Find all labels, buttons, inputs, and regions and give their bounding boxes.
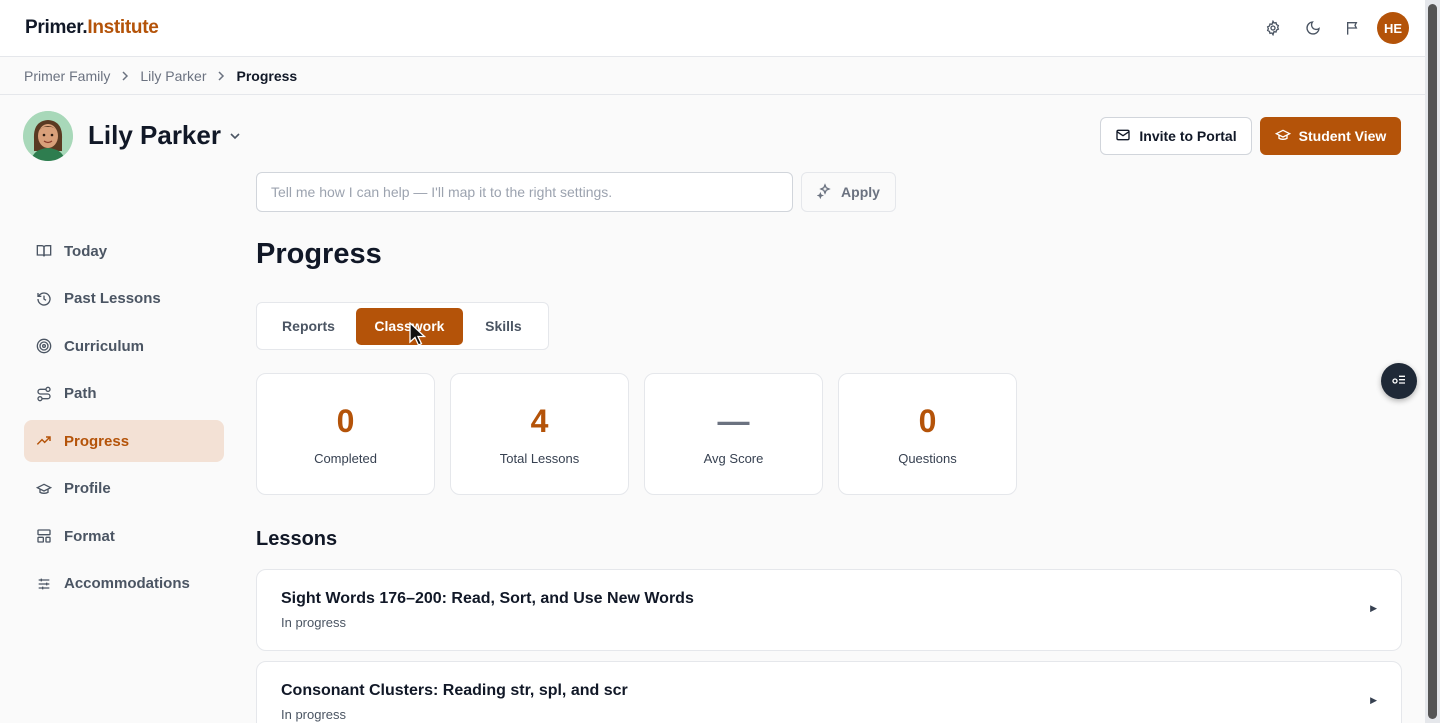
chevron-right-icon (120, 70, 130, 81)
scrollbar[interactable] (1425, 0, 1440, 723)
sidebar-item-accommodations[interactable]: Accommodations (24, 563, 224, 605)
expand-caret-icon[interactable]: ▶ (1370, 695, 1377, 706)
student-view-button[interactable]: Student View (1260, 117, 1401, 155)
sidebar-item-progress[interactable]: Progress (24, 420, 224, 462)
stats-row: 0 Completed 4 Total Lessons — Avg Score … (256, 373, 1017, 495)
stat-value: 0 (918, 402, 937, 439)
gear-icon[interactable] (1253, 12, 1293, 44)
lesson-card[interactable]: Sight Words 176–200: Read, Sort, and Use… (256, 569, 1402, 651)
scrollbar-thumb[interactable] (1428, 4, 1437, 719)
assistant-toggle-button[interactable] (1381, 363, 1417, 399)
mail-icon (1115, 127, 1131, 146)
graduation-cap-icon (1274, 127, 1291, 146)
sidebar-item-curriculum[interactable]: Curriculum (24, 325, 224, 367)
breadcrumb-item-family[interactable]: Primer Family (24, 68, 110, 84)
breadcrumb: Primer Family Lily Parker Progress (0, 57, 1425, 95)
apply-label: Apply (841, 184, 880, 200)
graduation-cap-icon (36, 481, 52, 497)
sidebar-item-label: Format (64, 527, 115, 545)
expand-caret-icon[interactable]: ▶ (1370, 603, 1377, 614)
sparkles-icon (816, 182, 833, 202)
stat-label: Total Lessons (499, 450, 580, 466)
apply-button[interactable]: Apply (801, 172, 896, 212)
page-title: Progress (256, 238, 382, 270)
invite-to-portal-button[interactable]: Invite to Portal (1100, 117, 1252, 155)
tab-skills[interactable]: Skills (463, 308, 544, 345)
progress-tabs: Reports Classwork Skills (256, 302, 549, 350)
list-settings-icon (1391, 371, 1407, 392)
moon-icon[interactable] (1293, 12, 1333, 44)
student-name: Lily Parker (88, 120, 221, 150)
lesson-status: In progress (281, 707, 347, 722)
tab-reports[interactable]: Reports (261, 308, 356, 345)
lesson-title: Consonant Clusters: Reading str, spl, an… (281, 682, 628, 699)
stat-card-avg-score: — Avg Score (644, 373, 823, 495)
stat-value: 0 (336, 402, 355, 439)
sidebar-item-label: Curriculum (64, 337, 145, 355)
breadcrumb-item-student[interactable]: Lily Parker (140, 68, 206, 84)
app-logo[interactable]: Primer.Institute (25, 17, 159, 39)
stat-card-questions: 0 Questions (838, 373, 1017, 495)
chevron-down-icon (229, 130, 241, 142)
sidebar-item-profile[interactable]: Profile (24, 468, 224, 510)
trending-up-icon (36, 433, 52, 449)
sidebar-nav: Today Past Lessons Curriculum Path Progr… (24, 230, 224, 610)
assistant-input[interactable] (256, 172, 793, 212)
sidebar-item-label: Accommodations (64, 575, 190, 592)
stat-value: 4 (530, 402, 549, 439)
sidebar-item-today[interactable]: Today (24, 230, 224, 272)
sidebar-item-path[interactable]: Path (24, 373, 224, 415)
layout-icon (36, 528, 52, 544)
stat-card-total-lessons: 4 Total Lessons (450, 373, 629, 495)
lesson-card[interactable]: Consonant Clusters: Reading str, spl, an… (256, 661, 1402, 723)
logo-text-institute: Institute (87, 17, 159, 38)
lesson-title: Sight Words 176–200: Read, Sort, and Use… (281, 590, 694, 607)
sidebar-item-label: Past Lessons (64, 290, 161, 307)
top-bar: Primer.Institute HE (0, 0, 1425, 57)
stat-card-completed: 0 Completed (256, 373, 435, 495)
flag-icon[interactable] (1333, 12, 1373, 44)
breadcrumb-current: Progress (236, 67, 298, 84)
stat-label: Completed (314, 450, 377, 466)
lessons-section-title: Lessons (256, 528, 338, 550)
sliders-icon (36, 576, 52, 592)
book-open-icon (36, 243, 52, 259)
target-icon (36, 338, 52, 354)
sidebar-item-format[interactable]: Format (24, 515, 224, 557)
route-icon (36, 386, 52, 402)
student-view-label: Student View (1298, 128, 1387, 144)
sidebar-item-label: Progress (64, 432, 130, 450)
student-avatar (23, 111, 73, 161)
sidebar-item-past-lessons[interactable]: Past Lessons (24, 278, 224, 320)
stat-label: Avg Score (703, 450, 764, 466)
sidebar-item-label: Today (64, 242, 108, 260)
history-icon (36, 291, 52, 307)
lesson-status: In progress (281, 615, 347, 630)
sidebar-item-label: Profile (64, 480, 111, 497)
stat-label: Questions (898, 450, 957, 466)
user-avatar[interactable]: HE (1377, 12, 1409, 44)
chevron-right-icon (216, 70, 226, 81)
tab-classwork[interactable]: Classwork (356, 307, 463, 345)
student-switcher[interactable]: Lily Parker (88, 120, 241, 151)
invite-label: Invite to Portal (1139, 128, 1237, 144)
sidebar-item-label: Path (64, 385, 97, 402)
stat-value: — (717, 402, 750, 439)
logo-text-primer: Primer. (25, 17, 88, 38)
